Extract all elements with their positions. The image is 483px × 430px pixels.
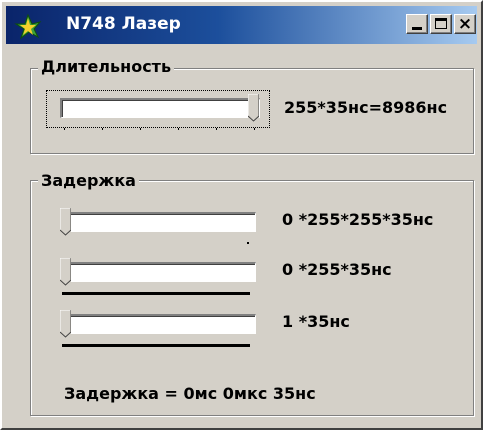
close-icon: × xyxy=(457,14,473,34)
duration-group-label: Длительность xyxy=(38,57,175,76)
delay-slider-2-readout: 0 *255*35нс xyxy=(282,260,392,279)
delay-slider-2-track[interactable] xyxy=(62,262,256,282)
minimize-button[interactable] xyxy=(406,14,428,34)
delay-slider-2-bar xyxy=(62,292,250,295)
maximize-button[interactable] xyxy=(430,14,452,34)
delay-slider-2-thumb[interactable] xyxy=(60,258,71,286)
title-bar[interactable]: N748 Лазер × xyxy=(6,6,477,44)
delay-slider-1-ticks xyxy=(247,242,249,244)
minimize-icon xyxy=(412,27,422,30)
delay-slider-1-thumb[interactable] xyxy=(60,208,71,236)
delay-slider-1-readout: 0 *255*255*35нс xyxy=(282,210,434,229)
duration-slider-ticks xyxy=(64,128,255,130)
duration-slider-thumb[interactable] xyxy=(248,94,259,122)
app-window: N748 Лазер × Длительность 255*35нс=8986н… xyxy=(0,0,483,430)
laser-app-icon xyxy=(14,12,42,40)
window-title: N748 Лазер xyxy=(66,14,181,34)
delay-slider-3-track[interactable] xyxy=(62,314,256,334)
delay-group-label: Задержка xyxy=(38,171,139,190)
duration-slider-track[interactable] xyxy=(60,98,260,118)
duration-readout: 255*35нс=8986нс xyxy=(284,98,448,117)
delay-slider-3-bar xyxy=(62,344,250,347)
delay-slider-3-thumb[interactable] xyxy=(60,310,71,338)
delay-summary: Задержка = 0мс 0мкс 35нс xyxy=(64,384,316,403)
close-button[interactable]: × xyxy=(454,14,476,34)
maximize-icon xyxy=(435,18,447,29)
delay-slider-3-readout: 1 *35нс xyxy=(282,312,350,331)
delay-slider-1-track[interactable] xyxy=(62,212,256,232)
